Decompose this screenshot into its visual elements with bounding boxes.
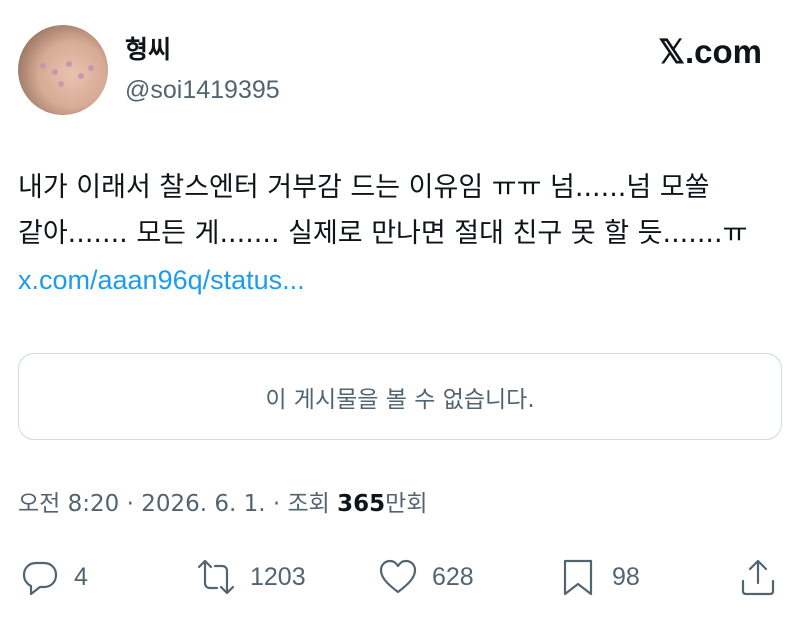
reply-icon bbox=[22, 561, 58, 596]
x-logo: 𝕏.com bbox=[658, 33, 762, 70]
avatar[interactable] bbox=[18, 25, 108, 115]
like-button[interactable]: 628 bbox=[378, 552, 474, 602]
repost-count: 1203 bbox=[250, 562, 306, 591]
action-bar: 4 1203 628 98 bbox=[0, 552, 800, 602]
display-name[interactable]: 형씨 bbox=[125, 34, 171, 66]
like-count: 628 bbox=[432, 562, 474, 591]
bookmark-count: 98 bbox=[612, 562, 640, 591]
bookmark-button[interactable]: 98 bbox=[558, 552, 640, 602]
unavailable-message: 이 게시물을 볼 수 없습니다. bbox=[265, 386, 535, 413]
share-icon bbox=[741, 559, 775, 596]
tweet-body: 내가 이래서 찰스엔터 거부감 드는 이유임 ㅠㅠ 넘......넘 모쏠 같아… bbox=[18, 165, 778, 304]
meta-separator: · bbox=[265, 491, 288, 517]
tweet-meta: 오전 8:20 · 2026. 6. 1. · 조회 365만회 bbox=[18, 488, 428, 520]
tweet-time[interactable]: 오전 8:20 bbox=[18, 491, 119, 517]
meta-separator: · bbox=[119, 491, 142, 517]
tweet-link[interactable]: x.com/aaan96q/status... bbox=[18, 265, 305, 295]
quoted-post-unavailable: 이 게시물을 볼 수 없습니다. bbox=[18, 353, 782, 440]
views-count: 365 bbox=[337, 491, 386, 517]
reply-count: 4 bbox=[74, 562, 88, 591]
repost-button[interactable]: 1203 bbox=[196, 552, 306, 602]
heart-icon bbox=[379, 559, 417, 594]
views-label: 조회 bbox=[287, 491, 338, 517]
views-unit: 만회 bbox=[385, 491, 428, 517]
tweet-text: 내가 이래서 찰스엔터 거부감 드는 이유임 ㅠㅠ 넘......넘 모쏠 같아… bbox=[18, 172, 748, 249]
user-handle[interactable]: @soi1419395 bbox=[125, 74, 280, 106]
share-button[interactable] bbox=[738, 552, 778, 602]
reply-button[interactable]: 4 bbox=[20, 552, 88, 602]
repost-icon bbox=[197, 559, 235, 595]
tweet-date[interactable]: 2026. 6. 1. bbox=[141, 491, 265, 517]
bookmark-icon bbox=[563, 559, 593, 596]
